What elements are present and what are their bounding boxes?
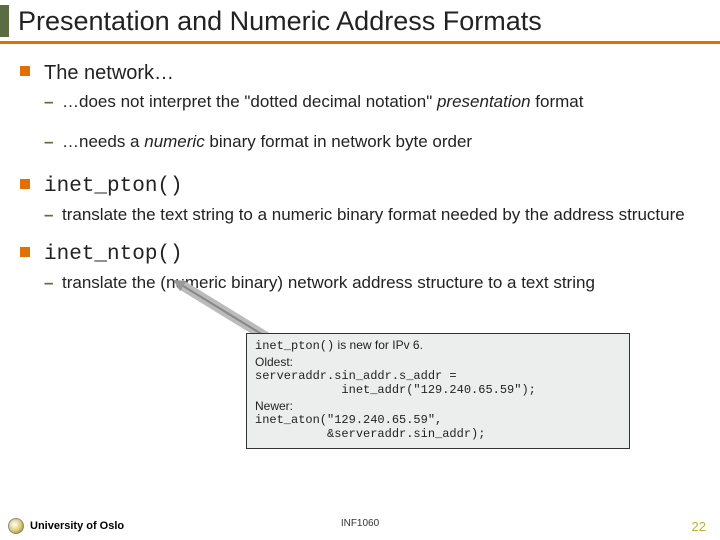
callout-oldest-code: serveraddr.sin_addr.s_addr = inet_addr("… bbox=[255, 369, 621, 398]
bullet-head-text: inet_pton() bbox=[44, 175, 183, 198]
footer-page: 22 bbox=[692, 519, 706, 534]
callout-newer-code: inet_aton("129.240.65.59", &serveraddr.s… bbox=[255, 413, 621, 442]
bullet-inet-pton: inet_pton() – translate the text string … bbox=[42, 175, 686, 226]
sub-item: – translate the (numeric binary) network… bbox=[58, 272, 686, 294]
page-title: Presentation and Numeric Address Formats bbox=[18, 6, 720, 37]
bullet-head: The network… bbox=[42, 62, 686, 85]
sub-text: translate the (numeric binary) network a… bbox=[62, 273, 595, 292]
sub-text: …does not interpret the "dotted decimal … bbox=[62, 92, 583, 111]
dash-icon: – bbox=[44, 204, 53, 226]
callout-oldest-label: Oldest: bbox=[255, 355, 621, 369]
title-accent bbox=[0, 5, 9, 37]
sub-item: – …needs a numeric binary format in netw… bbox=[58, 131, 686, 153]
square-bullet-icon bbox=[20, 247, 30, 257]
footer-course: INF1060 bbox=[341, 518, 379, 529]
callout-text: is new for IPv 6. bbox=[334, 338, 423, 352]
square-bullet-icon bbox=[20, 66, 30, 76]
dash-icon: – bbox=[44, 91, 53, 113]
dash-icon: – bbox=[44, 272, 53, 294]
sub-item: – translate the text string to a numeric… bbox=[58, 204, 686, 226]
bullet-network: The network… – …does not interpret the "… bbox=[42, 62, 686, 153]
content: The network… – …does not interpret the "… bbox=[0, 44, 720, 294]
footer-left: University of Oslo bbox=[8, 518, 124, 534]
sub-text: …needs a numeric binary format in networ… bbox=[62, 132, 472, 151]
uio-logo-icon bbox=[8, 518, 24, 534]
callout-line1: inet_pton() is new for IPv 6. bbox=[255, 338, 621, 353]
bullet-inet-ntop: inet_ntop() – translate the (numeric bin… bbox=[42, 243, 686, 294]
bullet-head: inet_ntop() bbox=[42, 243, 686, 266]
footer: University of Oslo INF1060 22 bbox=[0, 518, 720, 534]
dash-icon: – bbox=[44, 131, 53, 153]
bullet-head-text: The network… bbox=[44, 62, 174, 84]
sub-text: translate the text string to a numeric b… bbox=[62, 205, 685, 224]
footer-org: University of Oslo bbox=[30, 520, 124, 532]
callout-box: inet_pton() is new for IPv 6. Oldest: se… bbox=[246, 333, 630, 449]
bullet-head: inet_pton() bbox=[42, 175, 686, 198]
bullet-head-text: inet_ntop() bbox=[44, 243, 183, 266]
title-bar: Presentation and Numeric Address Formats bbox=[0, 0, 720, 44]
square-bullet-icon bbox=[20, 179, 30, 189]
sub-item: – …does not interpret the "dotted decima… bbox=[58, 91, 686, 113]
callout-newer-label: Newer: bbox=[255, 399, 621, 413]
callout-code: inet_pton() bbox=[255, 339, 334, 353]
